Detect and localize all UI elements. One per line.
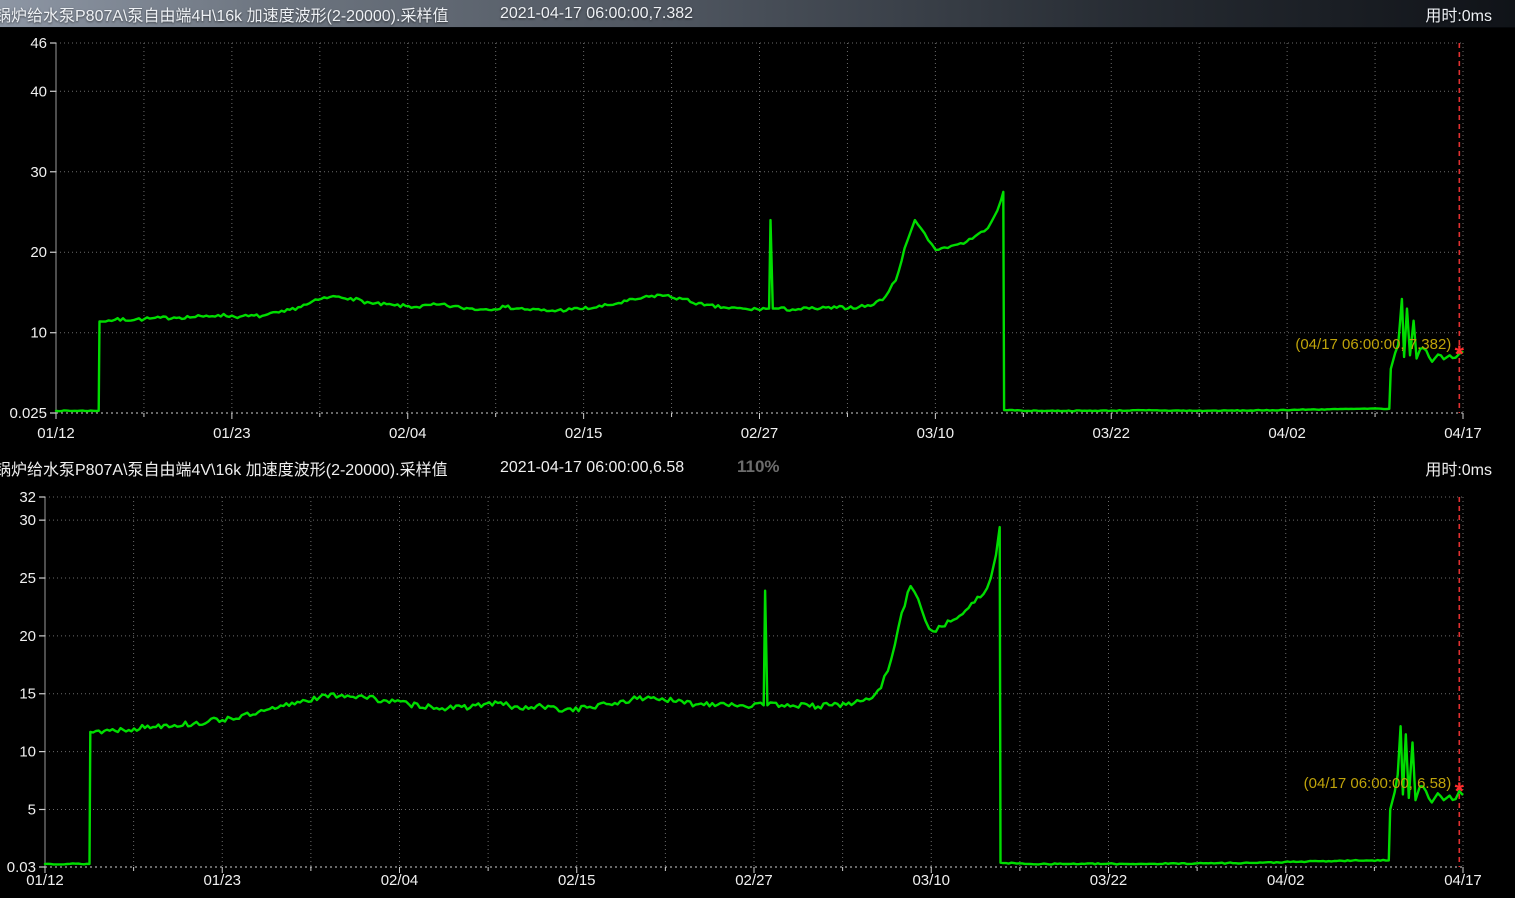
y-axis-ticks: 46 40 30 20 10 0.025 bbox=[9, 35, 56, 422]
svg-text:01/12: 01/12 bbox=[37, 425, 75, 442]
trend-plot-svg-4h[interactable]: 46 40 30 20 10 0.025 01/12 01/23 02/04 02/15 02/27… bbox=[0, 28, 1515, 449]
grid-lines bbox=[56, 43, 1463, 413]
svg-text:02/27: 02/27 bbox=[741, 425, 779, 442]
zoom-level-indicator: 110% bbox=[737, 457, 780, 477]
svg-text:20: 20 bbox=[30, 244, 47, 261]
cursor-marker-star: * bbox=[1455, 778, 1465, 805]
svg-text:01/23: 01/23 bbox=[213, 425, 251, 442]
svg-text:5: 5 bbox=[28, 801, 36, 818]
trend-app-window: 锅炉给水泵P807A\泵自由端4H\16k 加速度波形(2-20000).采样值… bbox=[0, 0, 1515, 898]
chart2-elapsed-time: 用时:0ms bbox=[1425, 456, 1515, 480]
trend-chart-4v[interactable]: 32302520151050.0301/1201/2302/0402/1502/… bbox=[0, 481, 1515, 898]
svg-text:04/02: 04/02 bbox=[1268, 425, 1306, 442]
svg-text:02/15: 02/15 bbox=[565, 425, 603, 442]
trend-chart-4h[interactable]: 46 40 30 20 10 0.025 01/12 01/23 02/04 02/15 02/27… bbox=[0, 28, 1515, 454]
cursor-annotation: (04/17 06:00:00, 7.382) bbox=[1295, 336, 1451, 353]
y-axis-ticks: 32302520151050.03 bbox=[7, 489, 45, 876]
svg-text:01/12: 01/12 bbox=[26, 872, 64, 889]
svg-text:10: 10 bbox=[19, 744, 36, 761]
svg-text:10: 10 bbox=[30, 325, 47, 342]
svg-text:30: 30 bbox=[19, 512, 36, 529]
svg-text:03/10: 03/10 bbox=[917, 425, 955, 442]
svg-text:02/15: 02/15 bbox=[558, 872, 596, 889]
trend-plot-svg-4v[interactable]: 32302520151050.0301/1201/2302/0402/1502/… bbox=[0, 481, 1515, 898]
x-axis-ticks: 01/12 01/23 02/04 02/15 02/27 03/10 03/22 04/02… bbox=[26, 867, 1482, 889]
chart1-header: 锅炉给水泵P807A\泵自由端4H\16k 加速度波形(2-20000).采样值… bbox=[0, 0, 1515, 28]
svg-text:40: 40 bbox=[30, 83, 47, 100]
svg-text:03/10: 03/10 bbox=[912, 872, 950, 889]
svg-text:30: 30 bbox=[30, 164, 47, 181]
trend-line bbox=[56, 192, 1462, 411]
svg-text:01/23: 01/23 bbox=[203, 872, 241, 889]
x-axis-ticks: 01/12 01/23 02/04 02/15 02/27 03/10 03/22 04/02… bbox=[37, 413, 1482, 442]
svg-text:02/04: 02/04 bbox=[381, 872, 419, 889]
svg-text:02/27: 02/27 bbox=[735, 872, 773, 889]
grid-lines bbox=[45, 497, 1463, 867]
svg-text:04/02: 04/02 bbox=[1267, 872, 1305, 889]
chart1-cursor-datetime-value: 2021-04-17 06:00:00,7.382 bbox=[500, 5, 693, 23]
svg-text:46: 46 bbox=[30, 35, 47, 52]
svg-text:32: 32 bbox=[19, 489, 36, 506]
chart2-title: 锅炉给水泵P807A\泵自由端4V\16k 加速度波形(2-20000).采样值 bbox=[0, 456, 500, 480]
svg-text:04/17: 04/17 bbox=[1444, 872, 1482, 889]
cursor-marker-star: * bbox=[1455, 341, 1465, 368]
chart1-title: 锅炉给水泵P807A\泵自由端4H\16k 加速度波形(2-20000).采样值 bbox=[0, 2, 500, 26]
svg-text:0.025: 0.025 bbox=[9, 405, 47, 422]
svg-text:04/17: 04/17 bbox=[1444, 425, 1482, 442]
chart2-cursor-datetime-value: 2021-04-17 06:00:00,6.58 bbox=[500, 459, 684, 477]
svg-text:02/04: 02/04 bbox=[389, 425, 427, 442]
svg-text:03/22: 03/22 bbox=[1092, 425, 1130, 442]
svg-text:15: 15 bbox=[19, 686, 36, 703]
svg-text:20: 20 bbox=[19, 628, 36, 645]
chart1-elapsed-time: 用时:0ms bbox=[1425, 2, 1515, 26]
svg-text:25: 25 bbox=[19, 570, 36, 587]
cursor-annotation: (04/17 06:00:00, 6.58) bbox=[1304, 775, 1452, 792]
svg-text:03/22: 03/22 bbox=[1090, 872, 1128, 889]
